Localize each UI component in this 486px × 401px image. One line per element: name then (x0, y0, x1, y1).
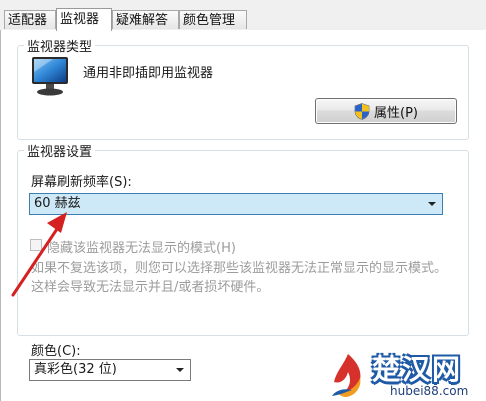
tab-strip: 适配器 监视器 疑难解答 颜色管理 (0, 8, 486, 31)
tab-troubleshoot[interactable]: 疑难解答 (112, 10, 179, 29)
monitor-tab-panel: 监视器类型 通用非即插即用监视器 属性(P) 监视器设置 屏幕刷新频率(S): (0, 30, 486, 401)
watermark-logo-icon (332, 354, 361, 397)
tab-monitor[interactable]: 监视器 (56, 8, 112, 31)
watermark-url: hubei88.com (390, 384, 469, 398)
tab-adapter[interactable]: 适配器 (4, 10, 56, 29)
tab-color-management[interactable]: 颜色管理 (179, 10, 247, 29)
annotation-arrow (11, 212, 67, 297)
watermark: 楚汉网 hubei88.com (326, 348, 486, 401)
watermark-brand: 楚汉网 (372, 353, 463, 386)
